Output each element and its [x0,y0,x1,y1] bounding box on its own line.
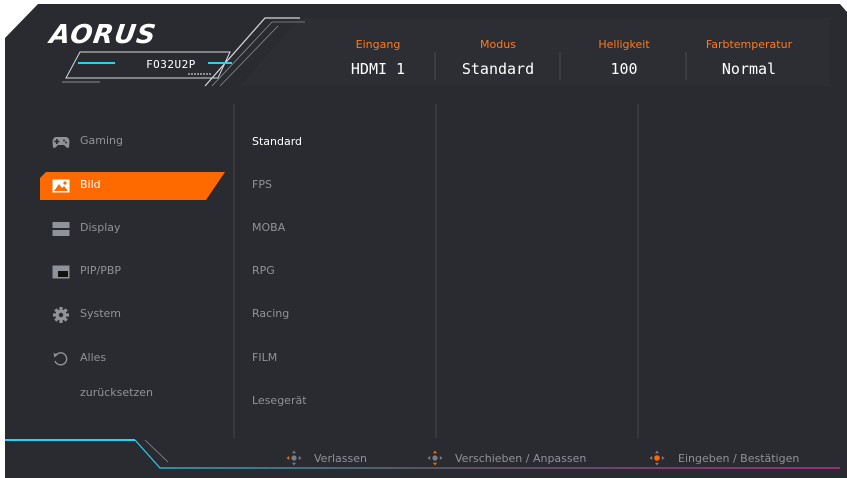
brightness-value: 100 [610,60,638,78]
option-fps[interactable]: FPS [252,178,272,191]
osd-window: AORUS FO32U2P Eingang HDMI 1 Modus Stand… [0,0,847,478]
color-temp-value: Normal [721,60,777,78]
menu-label-reset-line1: Alles [80,351,107,364]
display-icon [52,222,70,236]
picture-icon [52,179,70,193]
option-rpg[interactable]: RPG [252,264,275,277]
menu-item-display[interactable]: Display [40,214,225,244]
menu-item-gaming[interactable]: Gaming [40,127,225,157]
option-film[interactable]: FILM [252,351,277,364]
menu-label-pip-pbp: PIP/PBP [80,264,122,277]
option-moba[interactable]: MOBA [252,221,285,234]
mode-value: Standard [461,60,535,78]
model-badge: FO32U2P [146,58,196,71]
color-temp-label: Farbtemperatur [705,38,793,51]
joystick-left-icon [286,450,302,466]
hint-enter-confirm-label: Eingeben / Bestätigen [678,452,800,465]
joystick-updown-icon [427,450,443,466]
menu-item-system[interactable]: System [40,300,225,330]
hint-move-adjust-label: Verschieben / Anpassen [455,452,587,465]
option-racing[interactable]: Racing [252,307,289,320]
menu-item-bild[interactable]: Bild [40,171,225,201]
menu-item-reset-all[interactable]: Alles zurücksetzen [40,344,225,404]
menu-label-gaming: Gaming [80,134,123,147]
aorus-logo: AORUS [48,20,159,50]
menu-label-reset-line2: zurücksetzen [80,386,153,399]
joystick-press-icon [649,450,665,466]
logo-text: AORUS [47,20,159,50]
brightness-label: Helligkeit [598,38,650,51]
menu-label-display: Display [80,221,121,234]
reset-icon [53,352,68,366]
pip-icon [52,265,70,279]
option-reader[interactable]: Lesegerät [252,394,307,407]
hint-exit-label: Verlassen [314,452,367,465]
menu-label-system: System [80,307,122,320]
menu-item-pip-pbp[interactable]: PIP/PBP [40,257,225,287]
menu-label-bild: Bild [80,178,101,191]
gear-icon [53,307,69,323]
mode-label: Modus [480,38,516,51]
gamepad-icon [52,137,70,148]
input-value: HDMI 1 [350,60,406,78]
option-standard[interactable]: Standard [252,135,302,148]
input-label: Eingang [355,38,401,51]
